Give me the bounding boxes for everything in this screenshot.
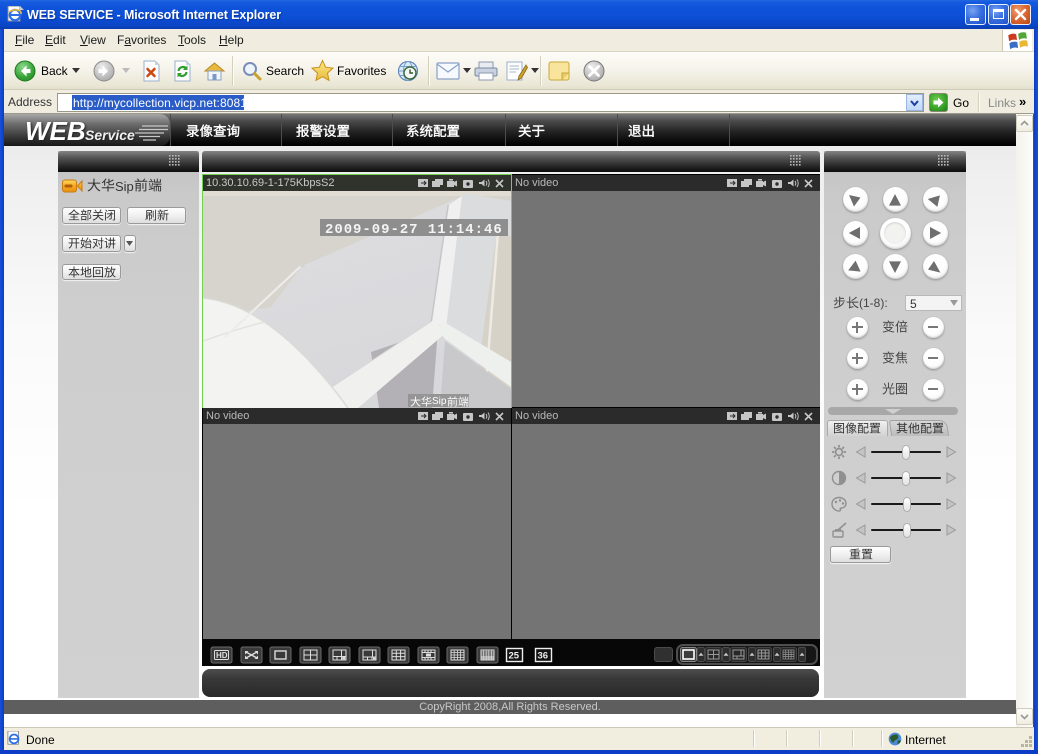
svg-text:36: 36 (538, 650, 549, 661)
svg-text:HD: HD (216, 651, 228, 660)
svg-text:25: 25 (509, 650, 520, 661)
svg-text:2009-09-27 11:14:46: 2009-09-27 11:14:46 (325, 222, 503, 238)
